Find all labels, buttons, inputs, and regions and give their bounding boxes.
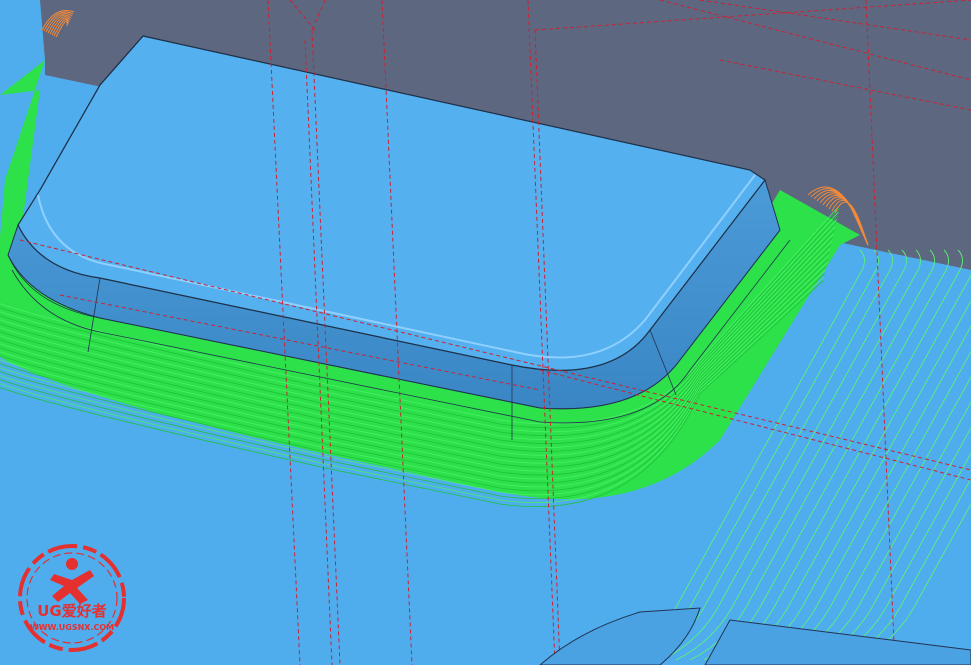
cam-graphics-viewport[interactable]: UG爱好者 WWW.UGSNX.COM — [0, 0, 971, 665]
watermark-url: WWW.UGSNX.COM — [30, 623, 114, 632]
running-figure-icon — [50, 558, 94, 604]
watermark-brand: UG爱好者 — [37, 602, 107, 620]
ugsnx-watermark-logo: UG爱好者 WWW.UGSNX.COM — [18, 544, 126, 652]
cam-toolpath-scene[interactable] — [0, 0, 971, 665]
